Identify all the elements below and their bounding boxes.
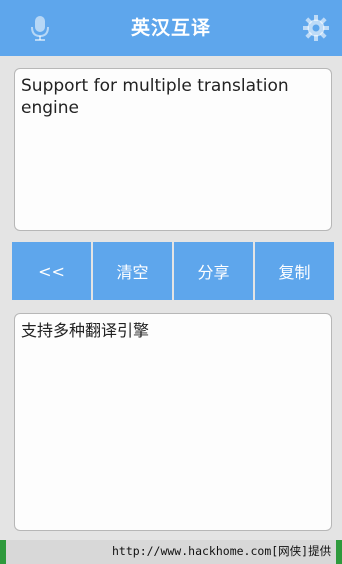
clear-button[interactable]: 清空 — [93, 242, 172, 300]
action-bar: << 清空 分享 复制 — [12, 242, 334, 300]
share-button[interactable]: 分享 — [174, 242, 253, 300]
copy-button[interactable]: 复制 — [255, 242, 334, 300]
swap-button[interactable]: << — [12, 242, 91, 300]
app-header: 英汉互译 — [0, 0, 342, 56]
gear-icon[interactable] — [302, 14, 330, 42]
footer-left-strip — [0, 540, 6, 564]
footer-credit-text: http://www.hackhome.com[网侠]提供 — [112, 544, 332, 558]
watermark-footer: http://www.hackhome.com[网侠]提供 — [0, 540, 342, 564]
app-title: 英汉互译 — [130, 17, 211, 39]
source-text-input[interactable]: Support for multiple translation engine — [14, 68, 332, 231]
translation-output[interactable]: 支持多种翻译引擎 — [14, 313, 332, 531]
footer-right-strip — [336, 540, 342, 564]
